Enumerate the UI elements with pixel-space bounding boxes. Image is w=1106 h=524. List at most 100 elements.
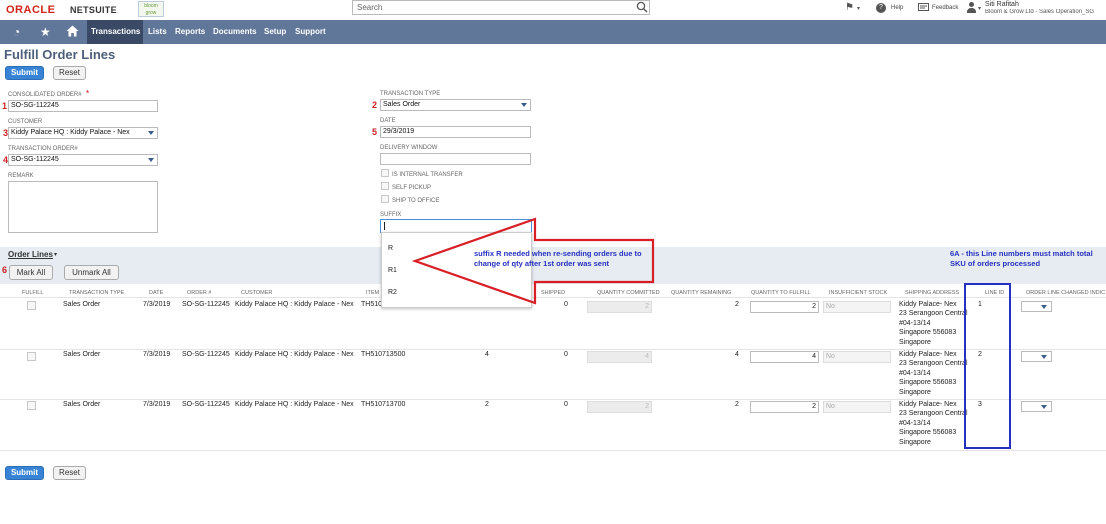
chevron-down-icon: [1041, 405, 1047, 409]
feedback-link[interactable]: Feedback: [932, 5, 958, 11]
submit-button[interactable]: Submit: [5, 66, 44, 80]
cell-order: SO-SG-112245: [182, 351, 230, 358]
line-changed-select[interactable]: [1021, 351, 1052, 362]
top-header: ORACLE NETSUITE bloom grow Search ⚑ ▾ ? …: [0, 0, 1106, 20]
qty-to-fulfill-input[interactable]: 2: [750, 401, 819, 413]
user-menu-chevron-icon[interactable]: ▾: [978, 5, 981, 12]
cell-customer: Kiddy Palace HQ : Kiddy Palace - Nex: [235, 301, 354, 308]
is-internal-transfer-checkbox[interactable]: [381, 169, 389, 177]
cell-customer: Kiddy Palace HQ : Kiddy Palace - Nex: [235, 351, 354, 358]
col-insufficient-stock: INSUFFICIENT STOCK: [829, 290, 888, 296]
insufficient-stock-field: No: [823, 301, 891, 313]
home-icon[interactable]: [66, 25, 79, 37]
date-label: DATE: [380, 118, 396, 124]
row-separator: [0, 450, 1106, 451]
delivery-window-field[interactable]: [380, 153, 531, 165]
nav-support[interactable]: Support: [295, 27, 326, 36]
customer-label: CUSTOMER: [8, 119, 43, 125]
cell-item: TH510713500: [361, 351, 406, 358]
insufficient-stock-field: No: [823, 401, 891, 413]
annotation-line-note: 6A - this Line numbers must match total …: [950, 249, 1093, 268]
self-pickup-checkbox[interactable]: [381, 182, 389, 190]
global-search-input[interactable]: Search: [352, 0, 650, 15]
user-avatar-icon[interactable]: [967, 2, 976, 13]
cell-qty-committed: 2: [587, 401, 652, 413]
favorites-star-icon[interactable]: ★: [40, 25, 51, 39]
cell-qty-committed: 4: [587, 351, 652, 363]
chevron-down-icon[interactable]: [521, 103, 527, 107]
unmark-all-button[interactable]: Unmark All: [64, 265, 119, 280]
consolidated-order-field[interactable]: SO-SG-112245: [8, 100, 158, 112]
line-changed-select[interactable]: [1021, 301, 1052, 312]
col-qty-remaining: QUANTITY REMAINING: [671, 290, 732, 296]
order-lines-tab[interactable]: Order Lines: [8, 250, 53, 259]
nav-reports[interactable]: Reports: [175, 27, 205, 36]
feedback-icon[interactable]: [918, 3, 929, 13]
is-internal-transfer-label: IS INTERNAL TRANSFER: [392, 172, 463, 178]
nav-documents[interactable]: Documents: [213, 27, 257, 36]
nav-lists[interactable]: Lists: [148, 27, 167, 36]
cell-shipped: 0: [564, 401, 568, 408]
suffix-option-r[interactable]: R: [388, 245, 393, 252]
cell-transaction-type: Sales Order: [63, 351, 101, 358]
transaction-order-select[interactable]: SO-SG-112245: [8, 154, 158, 166]
nav-transactions[interactable]: Transactions: [91, 27, 140, 36]
cell-qty-ordered: 4: [485, 351, 489, 358]
reset-button[interactable]: Reset: [53, 66, 86, 80]
suffix-option-r2[interactable]: R2: [388, 289, 397, 296]
tab-chevron-icon: ▾: [54, 252, 58, 258]
customer-select[interactable]: Kiddy Palace HQ : Kiddy Palace - Nex: [8, 127, 158, 139]
cell-date: 7/3/2019: [143, 401, 171, 408]
annotation-number-6: 6: [2, 265, 8, 275]
mark-all-button[interactable]: Mark All: [9, 265, 53, 280]
user-name[interactable]: Siti Rafitah: [985, 1, 1019, 8]
nav-setup[interactable]: Setup: [264, 27, 286, 36]
netsuite-logo: NETSUITE: [70, 5, 117, 15]
col-customer: CUSTOMER: [241, 290, 273, 296]
fulfill-checkbox[interactable]: [27, 301, 36, 310]
chevron-down-icon: [1041, 355, 1047, 359]
table-row: Sales Order 7/3/2019 SO-SG-112245 Kiddy …: [0, 400, 1106, 449]
chevron-down-icon: [1041, 305, 1047, 309]
fulfill-checkbox[interactable]: [27, 352, 36, 361]
insufficient-stock-field: No: [823, 351, 891, 363]
col-order: ORDER #: [187, 290, 212, 296]
ship-to-office-label: SHIP TO OFFICE: [392, 198, 440, 204]
user-role[interactable]: Bloom & Grow Ltd - Sales Operation_SG: [985, 9, 1106, 15]
fulfill-checkbox[interactable]: [27, 401, 36, 410]
cell-date: 7/3/2019: [143, 301, 171, 308]
suffix-option-r1[interactable]: R1: [388, 267, 397, 274]
brand-logo: bloom grow: [138, 1, 164, 17]
transaction-type-label: TRANSACTION TYPE: [380, 91, 441, 97]
cell-qty-remaining: 2: [735, 401, 739, 408]
cell-shipped: 0: [564, 351, 568, 358]
ship-to-office-checkbox[interactable]: [381, 195, 389, 203]
col-date: DATE: [149, 290, 164, 296]
cell-qty-ordered: 2: [485, 401, 489, 408]
cell-customer: Kiddy Palace HQ : Kiddy Palace - Nex: [235, 401, 354, 408]
cell-item: TH510: [361, 301, 383, 308]
submit-button-bottom[interactable]: Submit: [5, 466, 44, 480]
transaction-type-select[interactable]: Sales Order: [380, 99, 531, 111]
main-navigation: ◔ ★ Transactions Lists Reports Documents…: [0, 20, 1106, 44]
cell-qty-remaining: 2: [735, 301, 739, 308]
page-title: Fulfill Order Lines: [4, 47, 116, 62]
reset-button-bottom[interactable]: Reset: [53, 466, 86, 480]
qty-to-fulfill-input[interactable]: 4: [750, 351, 819, 363]
recent-icon[interactable]: ◔: [13, 25, 20, 39]
annotation-suffix-note: suffix R needed when re-sending orders d…: [474, 249, 642, 268]
line-changed-select[interactable]: [1021, 401, 1052, 412]
chevron-down-icon[interactable]: [148, 158, 154, 162]
qty-to-fulfill-input[interactable]: 2: [750, 301, 819, 313]
cell-transaction-type: Sales Order: [63, 401, 101, 408]
chevron-down-icon[interactable]: [148, 131, 154, 135]
recent-records-icon[interactable]: ⚑: [845, 2, 854, 13]
help-icon[interactable]: ?: [876, 3, 886, 13]
chevron-down-icon[interactable]: ▾: [857, 5, 860, 12]
remark-textarea[interactable]: [8, 181, 158, 233]
date-field[interactable]: 29/3/2019: [380, 126, 531, 138]
help-link[interactable]: Help: [891, 5, 903, 11]
cell-order: SO-SG-112245: [182, 401, 230, 408]
search-icon[interactable]: [636, 1, 648, 13]
required-asterisk: *: [86, 89, 90, 98]
